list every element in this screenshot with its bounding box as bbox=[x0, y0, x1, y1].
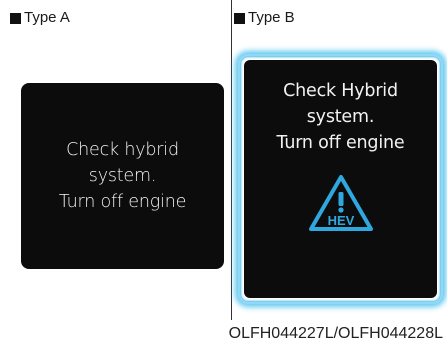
type-a-message: Check hybrid system. Turn off engine bbox=[58, 137, 187, 215]
type-b-message-line: system. bbox=[306, 107, 375, 127]
hev-warning-triangle-icon: HEV bbox=[308, 175, 373, 231]
type-a-display: Check hybrid system. Turn off engine bbox=[21, 83, 224, 269]
panel-divider bbox=[231, 0, 232, 320]
type-b-label: Type B bbox=[234, 9, 295, 27]
type-b-label-text: Type B bbox=[248, 9, 295, 26]
type-a-message-line: system. bbox=[88, 166, 157, 186]
type-b-message-line: Turn off engine bbox=[276, 133, 405, 153]
type-b-message-line: Check Hybrid bbox=[283, 81, 398, 101]
type-a-label-text: Type A bbox=[24, 9, 70, 26]
type-a-label: Type A bbox=[10, 9, 70, 27]
type-b-message: Check Hybrid system. Turn off engine bbox=[277, 78, 405, 156]
figure-caption: OLFH044227L/OLFH044228L bbox=[228, 325, 443, 342]
type-a-message-line: Turn off engine bbox=[58, 192, 187, 212]
square-bullet-icon bbox=[10, 12, 21, 24]
type-b-display-frame: Check Hybrid system. Turn off engine HEV bbox=[238, 54, 443, 304]
square-bullet-icon bbox=[234, 12, 245, 24]
hev-badge-text: HEV bbox=[327, 213, 354, 228]
type-b-display: Check Hybrid system. Turn off engine HEV bbox=[244, 60, 437, 298]
type-a-message-line: Check hybrid bbox=[66, 140, 179, 160]
